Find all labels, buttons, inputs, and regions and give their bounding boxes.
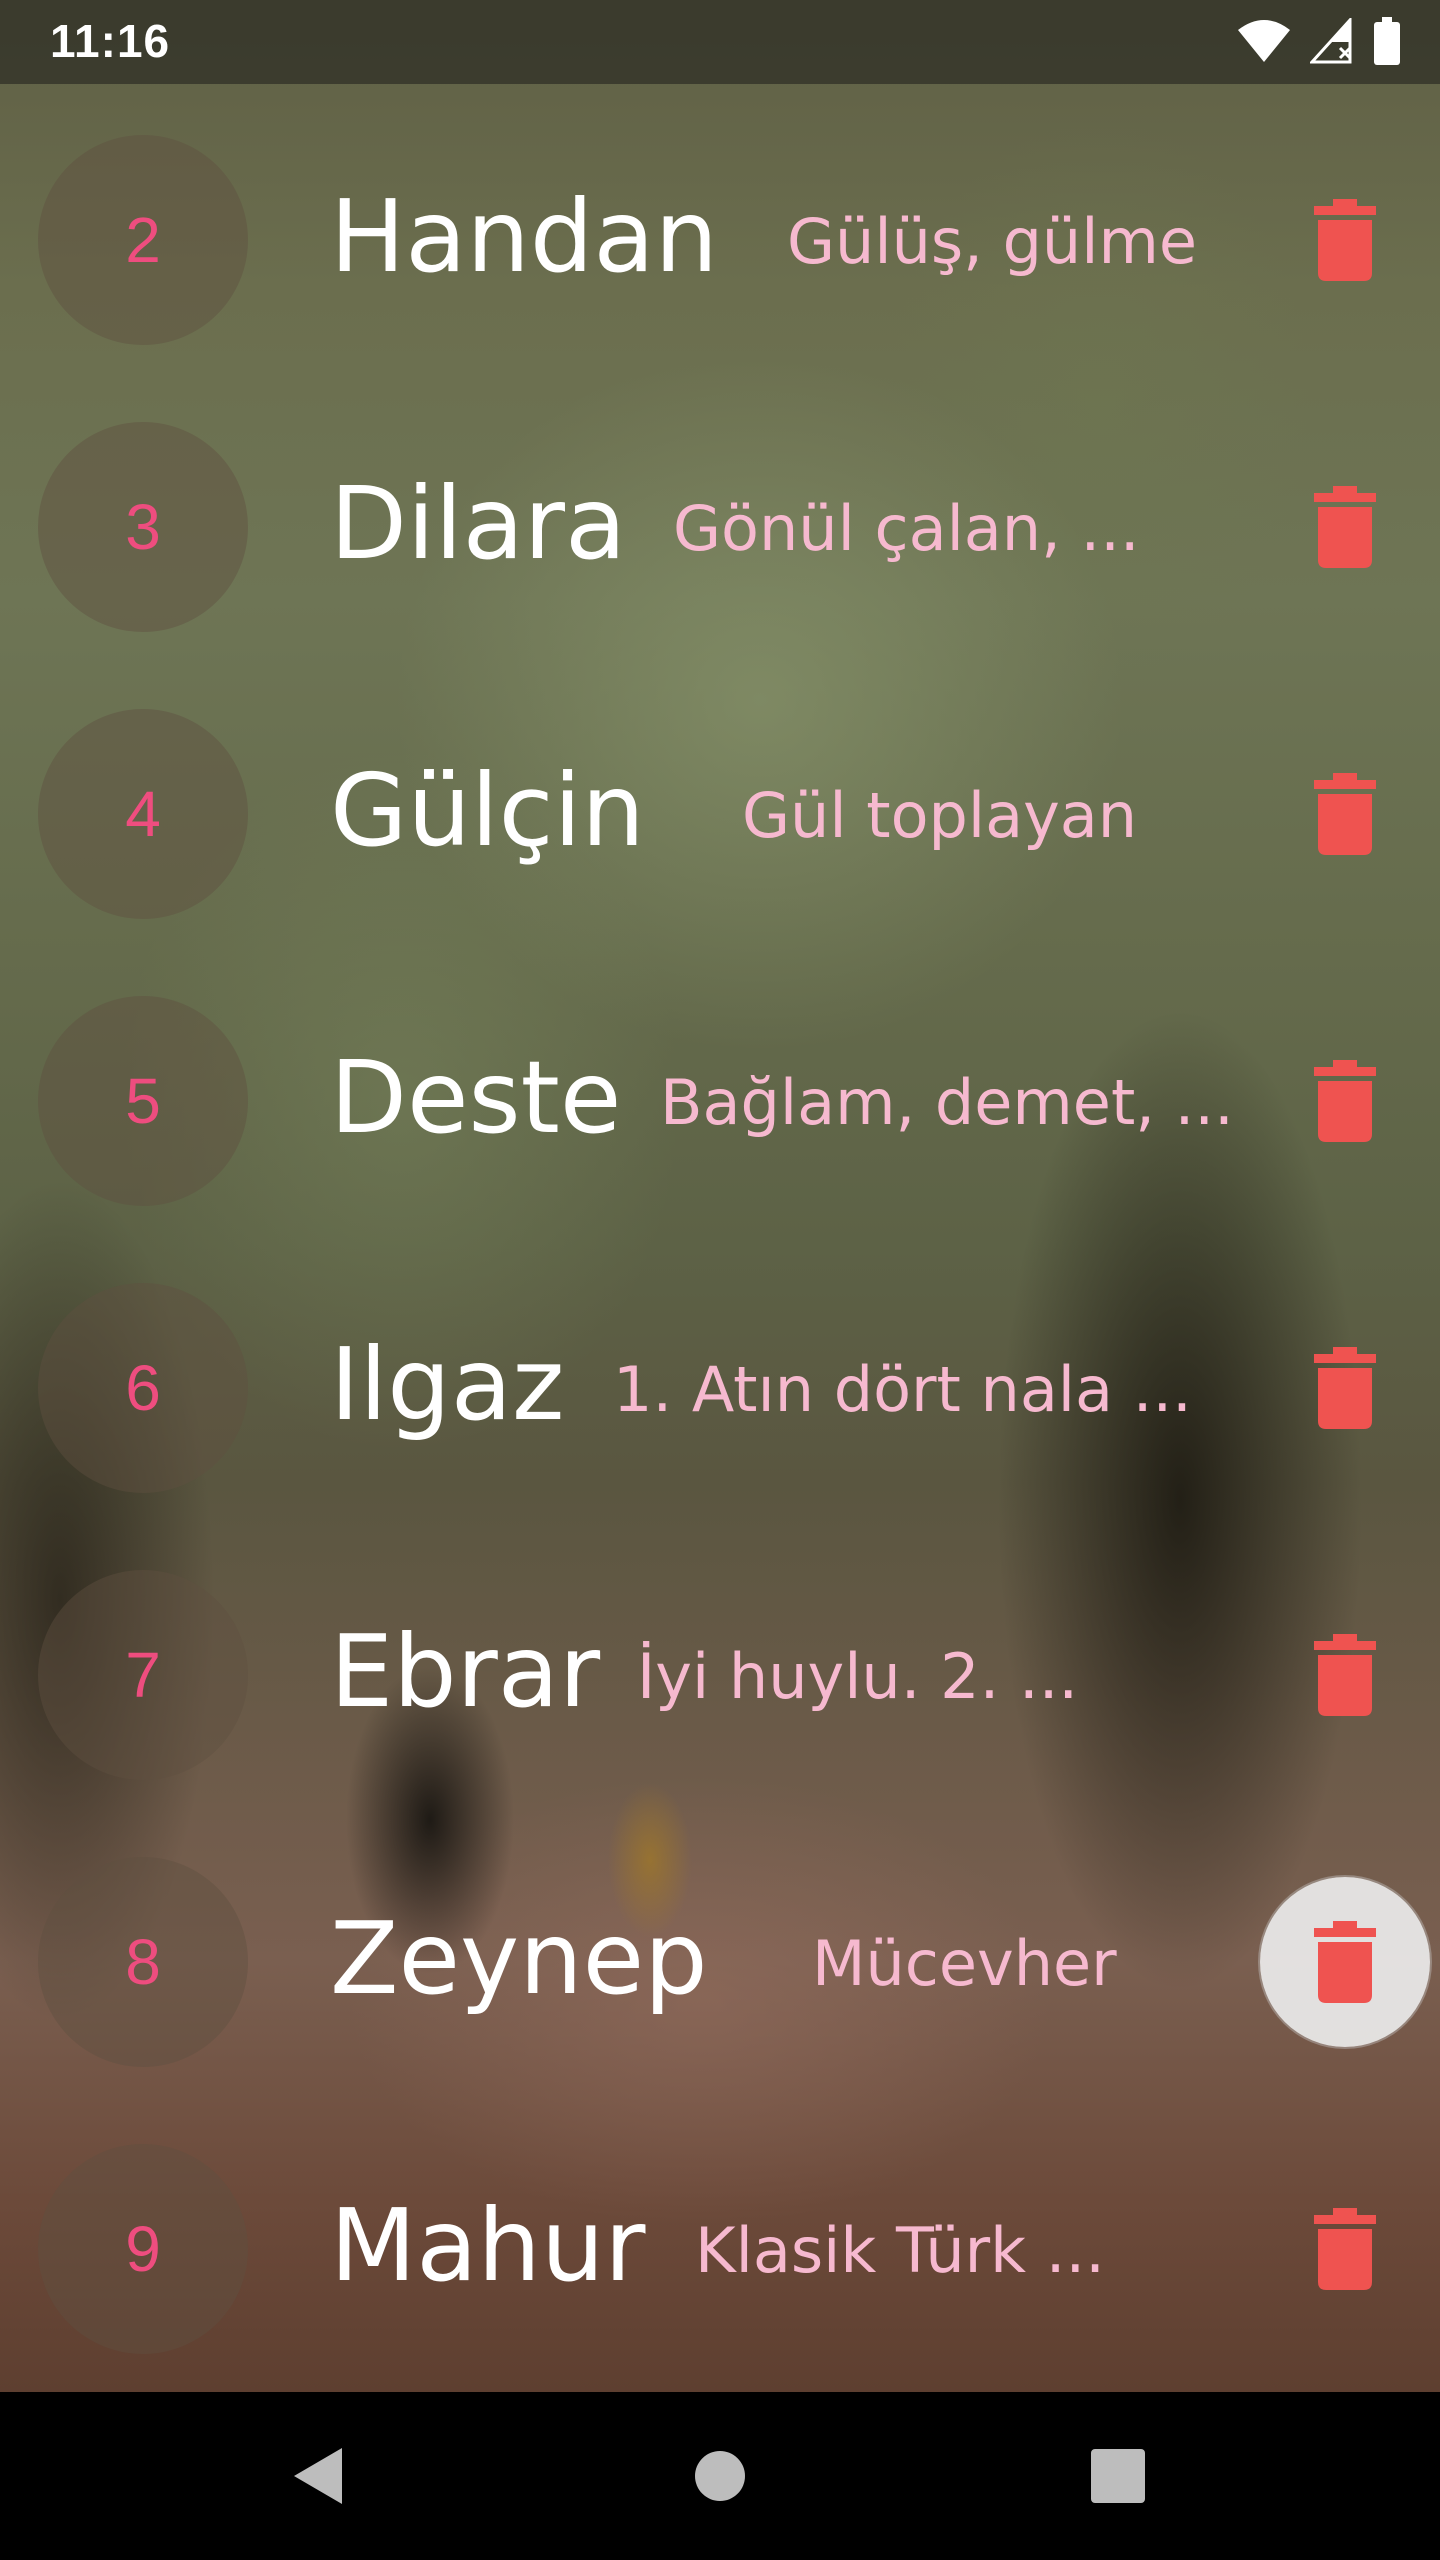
trash-icon (1314, 1634, 1376, 1716)
recents-icon (1091, 2449, 1145, 2503)
item-name: Dilara (330, 465, 627, 582)
delete-button[interactable] (1260, 442, 1430, 612)
trash-icon (1314, 1347, 1376, 1429)
list-item[interactable]: 5 Deste Bağlam, demet, ... (0, 958, 1440, 1245)
item-name: Mahur (330, 2187, 646, 2304)
back-icon (294, 2448, 342, 2504)
item-meaning: Bağlam, demet, ... (660, 1066, 1234, 1139)
list-item[interactable]: 3 Dilara Gönül çalan, ... (0, 384, 1440, 671)
item-name: Deste (330, 1039, 622, 1156)
back-button[interactable] (268, 2426, 368, 2526)
item-number-badge: 3 (38, 422, 248, 632)
item-meaning: Gül toplayan (742, 779, 1138, 852)
list-item[interactable]: 9 Mahur Klasik Türk ... (0, 2106, 1440, 2393)
status-icons (1236, 16, 1400, 69)
item-meaning: Gülüş, gülme (787, 205, 1197, 278)
delete-button[interactable] (1260, 1590, 1430, 1760)
list-item[interactable]: 8 Zeynep Mücevher (0, 1819, 1440, 2106)
home-icon (695, 2451, 745, 2501)
item-name: Ilgaz (330, 1326, 565, 1443)
item-meaning: İyi huylu. 2. ... (637, 1640, 1079, 1713)
item-number-badge: 7 (38, 1570, 248, 1780)
item-meaning: Klasik Türk ... (695, 2214, 1105, 2287)
list-item[interactable]: 7 Ebrar İyi huylu. 2. ... (0, 1532, 1440, 1819)
item-name: Handan (330, 178, 718, 295)
item-name: Zeynep (330, 1900, 708, 2017)
delete-button[interactable] (1260, 1016, 1430, 1186)
wifi-icon (1236, 18, 1292, 68)
recents-button[interactable] (1068, 2426, 1168, 2526)
delete-button[interactable] (1260, 2164, 1430, 2334)
item-name: Gülçin (330, 752, 645, 869)
item-number-badge: 4 (38, 709, 248, 919)
item-number-badge: 5 (38, 996, 248, 1206)
list-item[interactable]: 4 Gülçin Gül toplayan (0, 671, 1440, 958)
trash-icon (1314, 199, 1376, 281)
item-meaning: 1. Atın dört nala ... (613, 1353, 1192, 1426)
item-number-badge: 6 (38, 1283, 248, 1493)
item-number-badge: 2 (38, 135, 248, 345)
cellular-no-signal-icon (1308, 16, 1356, 68)
item-name: Ebrar (330, 1613, 601, 1730)
trash-icon (1314, 2208, 1376, 2290)
item-number-badge: 8 (38, 1857, 248, 2067)
delete-button[interactable] (1260, 1303, 1430, 1473)
battery-icon (1374, 17, 1400, 69)
item-meaning: Gönül çalan, ... (673, 492, 1140, 565)
list-item[interactable]: 6 Ilgaz 1. Atın dört nala ... (0, 1245, 1440, 1532)
trash-icon (1314, 486, 1376, 568)
home-button[interactable] (670, 2426, 770, 2526)
delete-button[interactable] (1260, 729, 1430, 899)
trash-icon (1314, 1060, 1376, 1142)
navigation-bar (0, 2392, 1440, 2560)
status-bar: 11:16 (0, 0, 1440, 84)
status-time: 11:16 (50, 15, 171, 67)
delete-button[interactable] (1260, 1877, 1430, 2047)
item-meaning: Mücevher (812, 1927, 1117, 2000)
item-number-badge: 9 (38, 2144, 248, 2354)
delete-button[interactable] (1260, 155, 1430, 325)
list-item[interactable]: 2 Handan Gülüş, gülme (0, 97, 1440, 384)
trash-icon (1314, 773, 1376, 855)
trash-icon (1314, 1921, 1376, 2003)
screen: 11:16 2 Handan Gülüş, gülme 3 Dilara Gön… (0, 0, 1440, 2560)
